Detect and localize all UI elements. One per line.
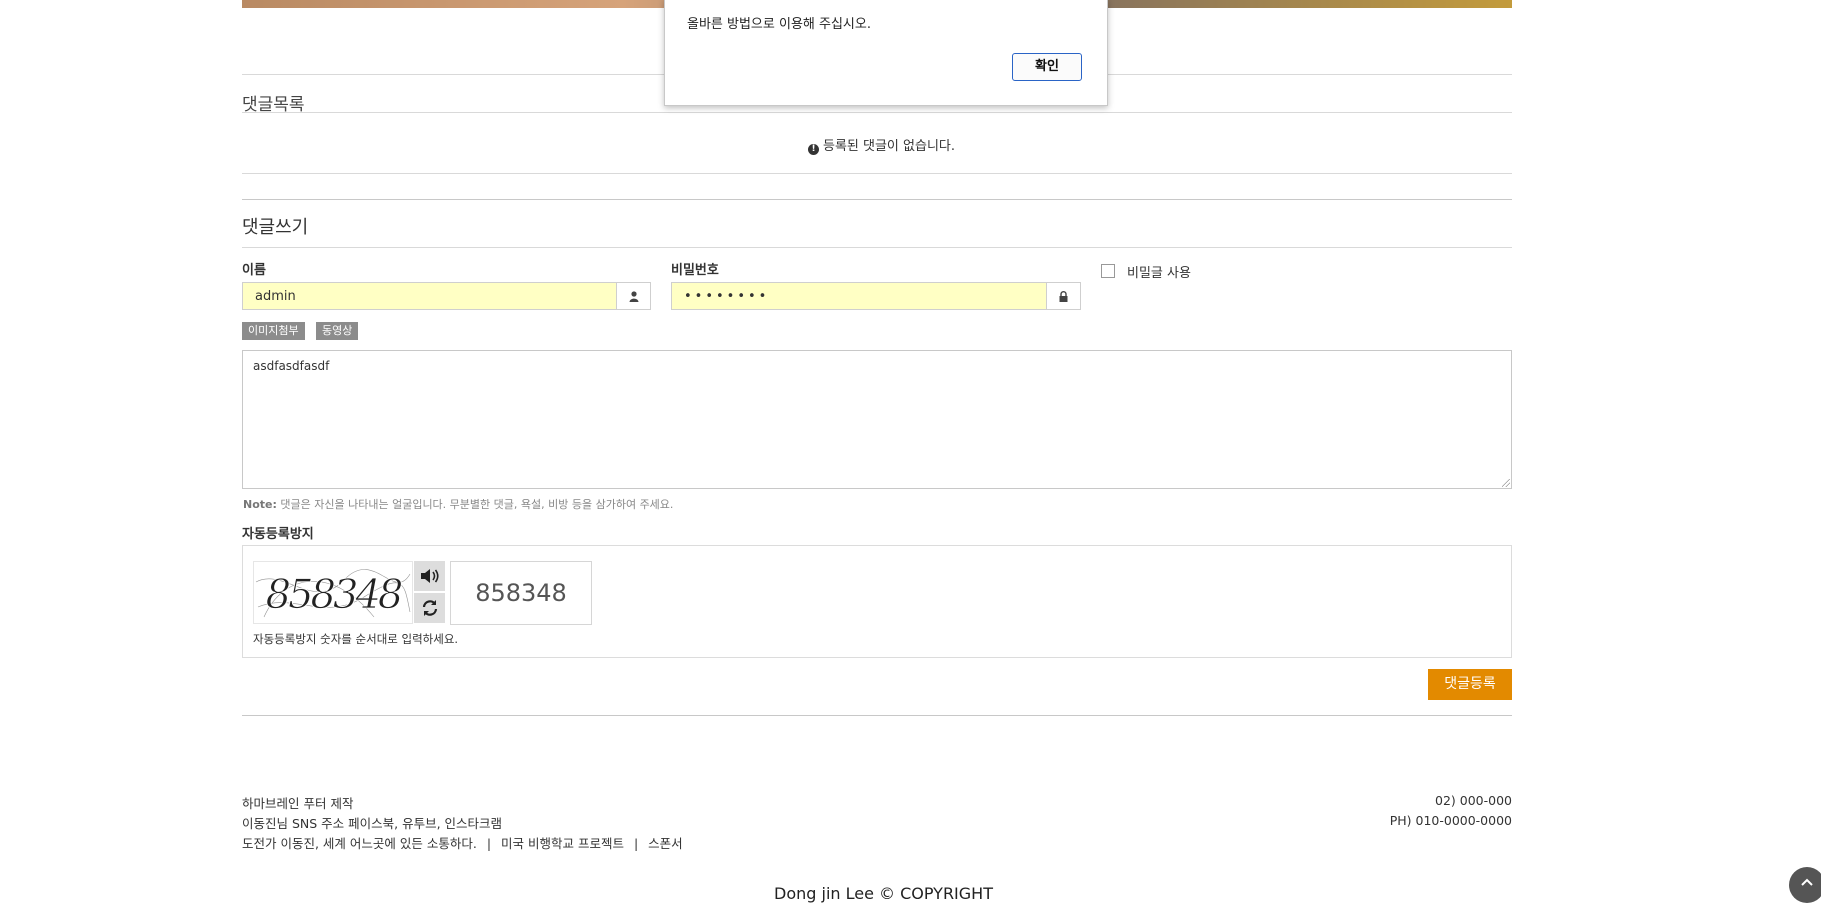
footer-line-2: 이동진님 SNS 주소 페이스북, 유투브, 인스타크램 bbox=[242, 816, 503, 831]
footer-link-challenger[interactable]: 도전가 이동진, 세계 어느곳에 있든 소통하다. bbox=[242, 836, 477, 851]
name-label: 이름 bbox=[242, 263, 266, 278]
captcha-image: 858348 bbox=[253, 561, 413, 624]
name-input[interactable] bbox=[243, 283, 619, 309]
password-input[interactable] bbox=[672, 283, 1049, 309]
comment-textarea[interactable]: asdfasdfasdf bbox=[242, 350, 1512, 489]
captcha-input[interactable]: 858348 bbox=[450, 561, 592, 625]
empty-comments-message: ! 등록된 댓글이 없습니다. bbox=[808, 135, 955, 155]
footer-mobile: PH) 010-0000-0000 bbox=[1389, 813, 1512, 828]
copyright: Dong jin Lee © COPYRIGHT bbox=[774, 884, 993, 903]
submit-comment-button[interactable]: 댓글등록 bbox=[1428, 669, 1512, 700]
write-comment-title: 댓글쓰기 bbox=[242, 217, 309, 238]
alert-ok-button[interactable]: 확인 bbox=[1012, 53, 1082, 81]
footer-separator: | bbox=[633, 836, 639, 851]
captcha-image-text: 858348 bbox=[266, 572, 402, 618]
captcha-help: 자동등록방지 숫자를 순서대로 입력하세요. bbox=[253, 632, 459, 646]
footer-phone: 02) 000-000 bbox=[1435, 793, 1512, 808]
lock-icon bbox=[1046, 283, 1080, 309]
captcha-audio-button[interactable] bbox=[414, 561, 445, 591]
footer-line-3: 도전가 이동진, 세계 어느곳에 있든 소통하다. | 미국 비행학교 프로젝트… bbox=[242, 833, 683, 852]
alert-message: 올바른 방법으로 이용해 주십시오. bbox=[687, 17, 871, 32]
alert-dialog: 올바른 방법으로 이용해 주십시오. 확인 bbox=[664, 0, 1108, 106]
divider bbox=[242, 112, 1512, 113]
comment-note: Note: 댓글은 자신을 나타내는 얼굴입니다. 무분별한 댓글, 욕설, 비… bbox=[243, 496, 673, 512]
secret-label: 비밀글 사용 bbox=[1127, 266, 1191, 281]
chevron-up-icon bbox=[1801, 878, 1813, 886]
refresh-icon bbox=[422, 600, 437, 616]
speaker-icon bbox=[420, 569, 439, 583]
video-button[interactable]: 동영상 bbox=[316, 322, 359, 340]
password-field[interactable] bbox=[671, 282, 1081, 310]
captcha-refresh-button[interactable] bbox=[414, 593, 445, 623]
divider bbox=[242, 247, 1512, 248]
note-prefix: Note: bbox=[243, 498, 277, 511]
divider bbox=[242, 715, 1512, 716]
resize-grip-icon[interactable] bbox=[1502, 479, 1510, 487]
info-icon: ! bbox=[808, 144, 819, 155]
footer-link-flight-school[interactable]: 미국 비행학교 프로젝트 bbox=[501, 836, 624, 851]
divider bbox=[242, 173, 1512, 174]
divider bbox=[242, 199, 1512, 200]
captcha-title: 자동등록방지 bbox=[242, 527, 314, 542]
footer-link-sponsor[interactable]: 스폰서 bbox=[648, 836, 683, 851]
empty-comments-text: 등록된 댓글이 없습니다. bbox=[823, 139, 955, 154]
footer-line-1: 하마브레인 푸터 제작 bbox=[242, 796, 354, 811]
note-text: 댓글은 자신을 나타내는 얼굴입니다. 무분별한 댓글, 욕설, 비방 등을 삼… bbox=[280, 498, 674, 511]
user-icon bbox=[616, 283, 650, 309]
comment-content: asdfasdfasdf bbox=[253, 359, 330, 373]
scroll-to-top-button[interactable] bbox=[1789, 867, 1821, 903]
image-attach-button[interactable]: 이미지첨부 bbox=[242, 322, 305, 340]
name-field[interactable] bbox=[242, 282, 651, 310]
secret-checkbox[interactable] bbox=[1101, 264, 1115, 278]
footer-separator: | bbox=[486, 836, 492, 851]
password-label: 비밀번호 bbox=[671, 263, 719, 278]
